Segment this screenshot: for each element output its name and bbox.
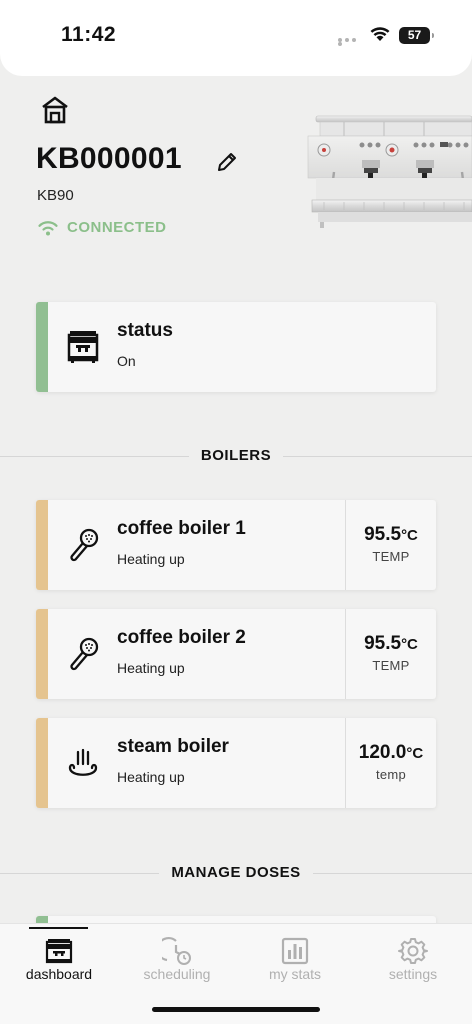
- doses-section-title: MANAGE DOSES: [159, 864, 313, 881]
- battery-icon: 57: [399, 27, 434, 44]
- status-value: On: [117, 353, 136, 369]
- boiler-temp-label: TEMP: [372, 658, 410, 673]
- boiler-accent: [36, 609, 48, 699]
- schedule-clock-icon: [162, 937, 191, 965]
- boilers-section-title: BOILERS: [188, 447, 284, 464]
- status-bar: 11:42 57: [0, 0, 472, 76]
- gear-icon: [398, 938, 428, 964]
- portafilter-icon: [70, 528, 99, 562]
- boiler-title: coffee boiler 1: [117, 518, 246, 539]
- boiler-temp: 95.5°C: [364, 524, 418, 545]
- boiler-accent: [36, 500, 48, 590]
- espresso-machine-icon: [67, 331, 99, 363]
- portafilter-icon: [70, 637, 99, 671]
- signal-dots-icon: [338, 38, 364, 46]
- status-accent: [36, 302, 48, 392]
- espresso-machine-icon: [45, 939, 73, 964]
- machine-name: KB000001: [36, 142, 182, 175]
- doses-section-header: MANAGE DOSES: [0, 863, 472, 883]
- boiler-state: Heating up: [117, 660, 185, 676]
- status-card[interactable]: status On: [36, 302, 436, 392]
- boiler-card[interactable]: coffee boiler 1 Heating up 95.5°C TEMP: [36, 500, 436, 590]
- wifi-connected-icon: [38, 221, 58, 236]
- connection-status: CONNECTED: [67, 219, 167, 236]
- boiler-state: Heating up: [117, 551, 185, 567]
- home-icon[interactable]: [40, 95, 70, 125]
- espresso-machine-image: [307, 115, 472, 228]
- tab-dashboard[interactable]: dashboard: [0, 924, 118, 994]
- tab-label: scheduling: [143, 966, 211, 982]
- tab-label: dashboard: [25, 966, 93, 982]
- boilers-section-header: BOILERS: [0, 446, 472, 466]
- bar-chart-icon: [281, 937, 309, 965]
- boiler-temp: 95.5°C: [364, 633, 418, 654]
- boiler-temp-label: TEMP: [372, 549, 410, 564]
- tab-label: settings: [388, 966, 438, 982]
- tab-my-stats[interactable]: my stats: [236, 924, 354, 994]
- machine-model: KB90: [37, 187, 74, 204]
- wifi-icon: [370, 27, 390, 41]
- boiler-card[interactable]: coffee boiler 2 Heating up 95.5°C TEMP: [36, 609, 436, 699]
- boiler-card[interactable]: steam boiler Heating up 120.0°C temp: [36, 718, 436, 808]
- status-time: 11:42: [61, 23, 117, 46]
- boiler-temp: 120.0°C: [358, 742, 424, 763]
- tab-settings[interactable]: settings: [354, 924, 472, 994]
- status-title: status: [117, 320, 173, 341]
- boiler-accent: [36, 718, 48, 808]
- tab-scheduling[interactable]: scheduling: [118, 924, 236, 994]
- boiler-title: steam boiler: [117, 736, 229, 757]
- tab-label: my stats: [268, 966, 322, 982]
- boiler-title: coffee boiler 2: [117, 627, 246, 648]
- boiler-temp-label: temp: [375, 767, 407, 782]
- edit-pencil-icon[interactable]: [216, 151, 238, 173]
- steam-icon: [68, 748, 98, 776]
- boiler-state: Heating up: [117, 769, 185, 785]
- home-indicator[interactable]: [152, 1007, 320, 1012]
